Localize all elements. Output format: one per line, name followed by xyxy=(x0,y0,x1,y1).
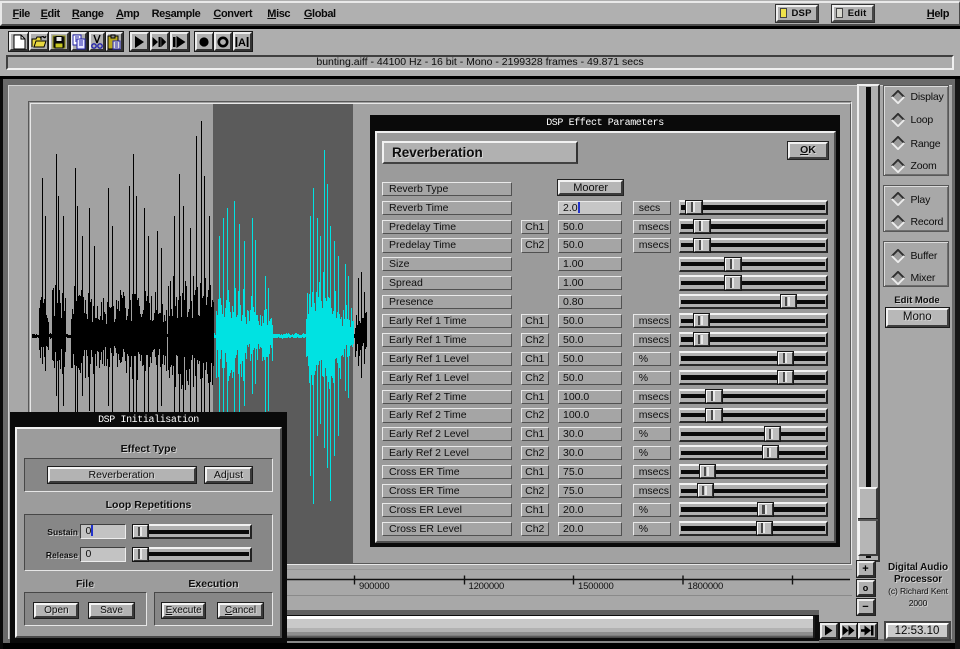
svg-text:A: A xyxy=(238,37,246,49)
